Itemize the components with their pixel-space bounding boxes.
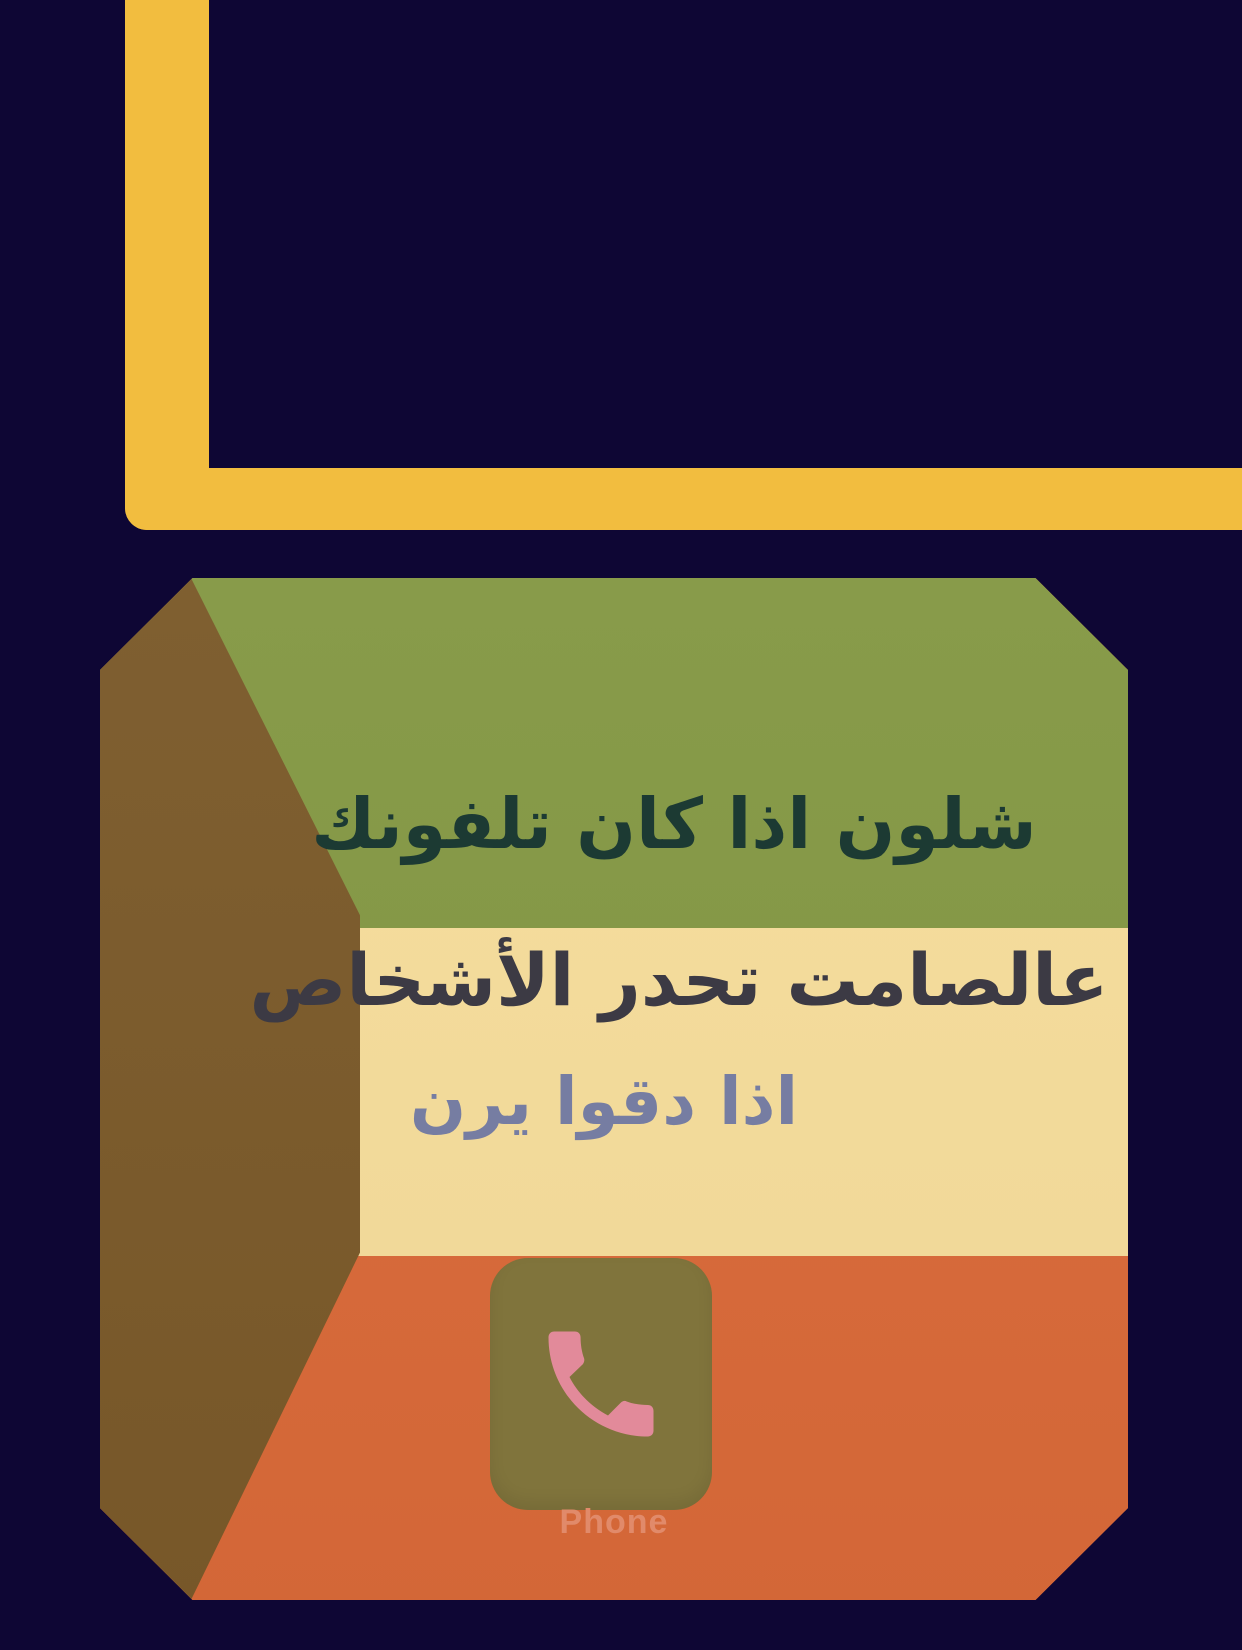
yellow-frame-vertical — [125, 0, 209, 530]
caption-line-3: اذا دقوا يرن — [409, 1063, 799, 1140]
yellow-frame-horizontal — [125, 468, 1242, 530]
flag-card: شلون اذا كان تلفونك عالصامت تحدر الأشخاص… — [100, 578, 1128, 1600]
phone-icon — [548, 1331, 654, 1437]
phone-app-icon[interactable] — [490, 1258, 712, 1510]
caption-line-1: شلون اذا كان تلفونك — [311, 783, 1037, 865]
phone-app-label: Phone — [559, 1503, 669, 1541]
caption-line-2: عالصامت تحدر الأشخاص — [249, 938, 1109, 1022]
